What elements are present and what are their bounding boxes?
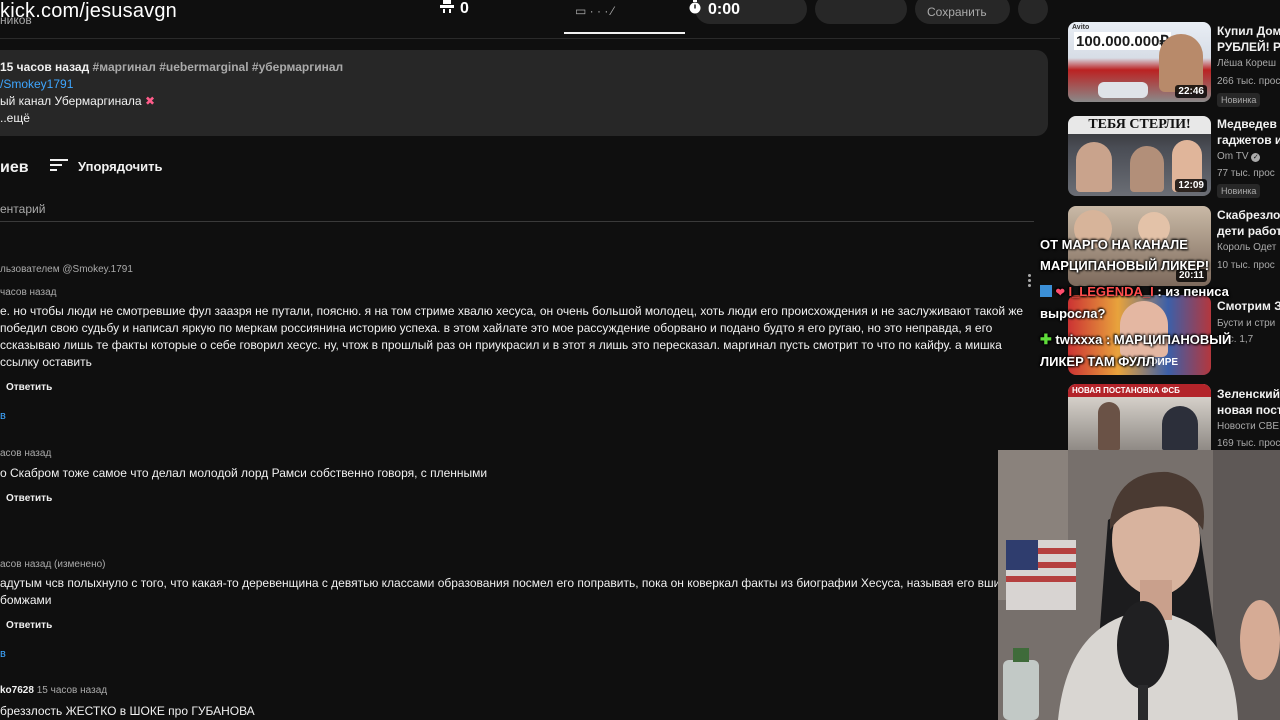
thumb-caption: ТЕБЯ СТЕРЛИ! [1068,116,1211,134]
add-comment-underline [0,221,1034,222]
sort-label: Упорядочить [78,159,163,174]
chat-text: : из пениса [1157,284,1229,299]
video-views: 266 тыс. прос [1217,76,1280,87]
chat-line: выросла? [1040,306,1106,321]
video-title-line2[interactable]: дети работ [1217,223,1280,239]
save-label-faded: Сохранить [927,5,987,19]
thumb-person [1130,146,1164,192]
description-meta: 15 часов назад #маргинал #uebermarginal … [0,60,343,74]
reply-button[interactable]: Ответить [6,620,52,631]
video-title[interactable]: Скабрезло [1217,207,1280,223]
twitch-badge-icon [1040,285,1052,297]
more-options-icon[interactable] [1028,272,1032,289]
pinned-label: льзователем @Smokey.1791 [0,264,133,275]
sort-button[interactable]: Упорядочить [50,158,163,175]
reply-button[interactable]: Ответить [6,382,52,393]
chat-line: ЛИКЕР ТАМ ФУЛЛ [1040,354,1155,369]
video-channel[interactable]: Om TV ✓ [1217,151,1280,162]
tab-likes[interactable]: ▭ · · · ⁄ [565,0,685,24]
video-duration: 12:09 [1175,179,1207,192]
comment-text: бреззлость ЖЕСТКО в ШОКЕ про ГУБАНОВА [0,704,255,718]
video-title-line2[interactable]: новая пост [1217,402,1280,418]
hashtags[interactable]: #маргинал #uebermarginal #убермаргинал [93,60,344,74]
cross-mark-icon: ✖ [144,94,155,108]
video-thumbnail[interactable]: НОВАЯ ПОСТАНОВКА ФСБ [1068,384,1211,450]
replies-toggle[interactable]: в [0,410,6,422]
video-thumbnail[interactable]: Avito 100.000.000₽ 22:46 [1068,22,1211,102]
chat-text: : МАРЦИПАНОВЫЙ [1105,332,1232,347]
channel-name: Om TV [1217,151,1249,162]
save-pill[interactable]: Сохранить [915,0,1010,24]
video-channel[interactable]: Лёша Кореш [1217,58,1280,69]
viewers-counter: 0 [440,0,469,18]
comment-time: асов назад [0,448,52,459]
timer-value: 0:00 [708,0,741,18]
video-views: 77 тыс. прос [1217,168,1275,179]
thumb-caption: НОВАЯ ПОСТАНОВКА ФСБ [1068,384,1211,397]
comment-text: е. но чтобы люди не смотревшие фул заазр… [0,304,1024,369]
comment-time: 15 часов назад [36,685,108,696]
show-more-link[interactable]: ..ещё [0,111,30,125]
video-channel[interactable]: Король Одет [1217,242,1280,253]
video-channel[interactable]: Бусти и стри [1217,318,1280,329]
video-title[interactable]: Купил Дом [1217,23,1280,39]
chat-message: ✚ twixxxa : МАРЦИПАНОВЫЙ [1040,329,1231,350]
thumb-car [1098,82,1148,98]
plus-badge-icon: ✚ [1040,331,1052,347]
active-tab-indicator [564,32,685,34]
viewers-icon [440,0,454,18]
comment-time: часов назад [0,287,57,298]
description-text: ый канал Убермаргинала [0,94,142,108]
viewers-count: 0 [460,0,469,17]
video-views: 10 тыс. прос [1217,260,1275,271]
video-title[interactable]: Медведев [1217,116,1280,132]
video-channel[interactable]: Новости СВЕ [1217,421,1280,432]
replies-toggle[interactable]: в [0,648,6,660]
thumb-person [1098,402,1120,450]
new-badge: Новинка [1217,184,1261,198]
chat-line: МАРЦИПАНОВЫЙ ЛИКЕР! [1040,258,1210,273]
add-comment-input[interactable]: ентарий [0,202,45,216]
video-duration: 22:46 [1175,85,1207,98]
description-link[interactable]: /Smokey1791 [0,77,73,91]
comment-time: асов назад (изменено) [0,559,106,570]
new-badge: Новинка [1217,93,1261,107]
webcam-scene [998,450,1280,720]
thumb-caption: 100.000.000₽ [1074,32,1171,50]
thumb-logo: Avito [1072,24,1090,31]
comment-text: адутым чсв полыхнуло с того, что какая-т… [0,576,1028,607]
video-title[interactable]: Зеленский [1217,386,1280,402]
thumb-person [1159,34,1203,92]
comment-username[interactable]: ko7628 [0,685,34,696]
description-line: ый канал Убермаргинала ✖ [0,94,155,108]
chat-message: ❤ I_LEGENDA_I : из пениса [1040,281,1229,304]
like-icon: ▭ · · · ⁄ [575,4,614,18]
chat-username[interactable]: twixxxa [1055,332,1102,347]
thumb-person [1076,142,1112,192]
verified-icon: ✓ [1251,153,1261,162]
heart-badge-icon: ❤ [1055,287,1065,299]
chat-username[interactable]: I_LEGENDA_I [1068,284,1153,299]
stopwatch-icon [688,0,702,19]
chat-line: ОТ МАРГО НА КАНАЛЕ [1040,237,1188,252]
stream-timer: 0:00 [688,0,740,19]
video-title-line2[interactable]: гаджетов и [1217,132,1280,148]
comment-header: ko7628 15 часов назад [0,685,107,696]
video-title-line2[interactable]: РУБЛЕЙ! Р [1217,39,1280,55]
video-views: 169 тыс. прос [1217,438,1280,449]
webcam-feed [998,450,1280,720]
sort-icon [50,158,68,175]
comments-count: иев [0,159,29,176]
comment-text: о Скабром тоже самое что делал молодой л… [0,466,488,480]
publish-time: 15 часов назад [0,60,90,74]
download-pill[interactable] [815,0,907,24]
video-thumbnail[interactable]: ТЕБЯ СТЕРЛИ! 12:09 [1068,116,1211,196]
thumb-person [1162,406,1198,450]
reply-button[interactable]: Ответить [6,493,52,504]
stream-url-overlay: kick.com/jesusavgn [0,0,177,22]
